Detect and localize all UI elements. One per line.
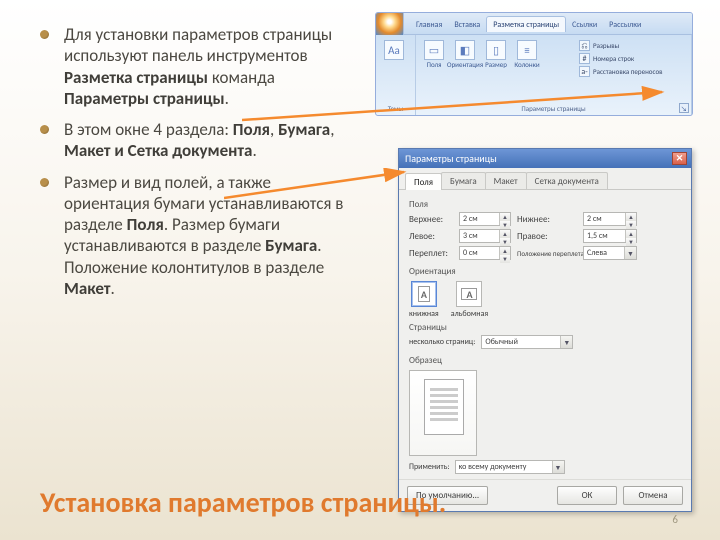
section-pages-label: Страницы xyxy=(409,322,681,333)
group-label-page-setup: Параметры страницы xyxy=(420,103,687,115)
ribbon-group-themes: Aa Темы xyxy=(376,35,416,115)
tab-margins[interactable]: Поля xyxy=(405,173,442,190)
ribbon-tab-insert[interactable]: Вставка xyxy=(448,17,486,32)
columns-icon: ≡ xyxy=(517,40,537,60)
ribbon-tab-page-layout[interactable]: Разметка страницы xyxy=(486,16,566,32)
section-margins-label: Поля xyxy=(409,199,681,210)
gutter-label: Переплет: xyxy=(409,248,453,259)
line-numbers-icon: # xyxy=(579,53,590,64)
portrait-icon: A xyxy=(411,281,437,307)
bottom-margin-spinner[interactable]: 2 см▲▼ xyxy=(583,212,637,226)
preview-page-icon xyxy=(424,379,464,435)
ribbon-tab-references[interactable]: Ссылки xyxy=(566,17,603,32)
section-preview-label: Образец xyxy=(409,355,681,366)
margins-icon: ▭ xyxy=(424,40,444,60)
orientation-button[interactable]: ◧Ориентация xyxy=(451,40,479,77)
gutter-pos-label: Положение переплета: xyxy=(517,249,577,258)
line-numbers-button[interactable]: #Номера строк xyxy=(579,53,687,64)
office-button-icon[interactable] xyxy=(376,13,404,35)
hyphenation-button[interactable]: a-Расстановка переносов xyxy=(579,66,687,77)
tab-grid[interactable]: Сетка документа xyxy=(526,172,608,189)
preview-box xyxy=(409,370,477,456)
bullet-3: Размер и вид полей, а также ориентация б… xyxy=(34,172,344,300)
hyphenation-icon: a- xyxy=(579,66,590,77)
landscape-icon: A xyxy=(456,281,482,307)
close-button[interactable]: ✕ xyxy=(672,152,687,165)
right-margin-label: Правое: xyxy=(517,231,577,242)
ribbon-tab-home[interactable]: Главная xyxy=(410,17,448,32)
dialog-title: Параметры страницы xyxy=(405,152,497,165)
page-setup-launcher-icon[interactable]: ↘ xyxy=(679,103,689,113)
group-label-themes: Темы xyxy=(380,103,411,115)
bottom-margin-label: Нижнее: xyxy=(517,214,577,225)
section-orientation-label: Ориентация xyxy=(409,266,681,277)
top-margin-label: Верхнее: xyxy=(409,214,453,225)
breaks-button[interactable]: ⎌Разрывы xyxy=(579,40,687,51)
cancel-button[interactable]: Отмена xyxy=(623,486,683,505)
ribbon-tab-mailings[interactable]: Рассылки xyxy=(603,17,647,32)
dialog-tabs: Поля Бумага Макет Сетка документа xyxy=(399,168,691,190)
multi-pages-dropdown[interactable]: Обычный▼ xyxy=(481,335,573,349)
bullet-1: Для установки параметров страницы исполь… xyxy=(34,24,344,109)
left-margin-spinner[interactable]: 3 см▲▼ xyxy=(459,229,511,243)
tab-paper[interactable]: Бумага xyxy=(441,172,486,189)
multi-pages-label: несколько страниц: xyxy=(409,337,475,347)
gutter-pos-dropdown[interactable]: Слева▼ xyxy=(583,246,637,260)
themes-icon: Aa xyxy=(384,40,404,60)
themes-button[interactable]: Aa xyxy=(380,40,408,103)
size-icon: ▯ xyxy=(486,40,506,60)
slide-title: Установка параметров страницы. xyxy=(40,485,446,520)
ribbon-group-page-setup: ▭Поля ◧Ориентация ▯Размер ≡Колонки ⎌Разр… xyxy=(416,35,692,115)
orientation-landscape[interactable]: A альбомная xyxy=(451,281,488,319)
right-margin-spinner[interactable]: 1,5 см▲▼ xyxy=(583,229,637,243)
ribbon-tabs: Главная Вставка Разметка страницы Ссылки… xyxy=(404,16,647,32)
bullet-column: Для установки параметров страницы исполь… xyxy=(34,24,344,309)
orientation-icon: ◧ xyxy=(455,40,475,60)
apply-to-label: Применить: xyxy=(409,462,450,472)
word-ribbon: Главная Вставка Разметка страницы Ссылки… xyxy=(375,12,693,116)
size-button[interactable]: ▯Размер xyxy=(482,40,510,77)
tab-layout[interactable]: Макет xyxy=(485,172,527,189)
columns-button[interactable]: ≡Колонки xyxy=(513,40,541,77)
top-margin-spinner[interactable]: 2 см▲▼ xyxy=(459,212,511,226)
page-setup-dialog: Параметры страницы ✕ Поля Бумага Макет С… xyxy=(398,148,692,512)
breaks-icon: ⎌ xyxy=(579,40,590,51)
gutter-spinner[interactable]: 0 см▲▼ xyxy=(459,246,511,260)
margins-button[interactable]: ▭Поля xyxy=(420,40,448,77)
bullet-2: В этом окне 4 раздела: Поля, Бумага, Мак… xyxy=(34,119,344,162)
apply-to-dropdown[interactable]: ко всему документу▼ xyxy=(455,460,565,474)
page-number: 6 xyxy=(672,513,678,526)
left-margin-label: Левое: xyxy=(409,231,453,242)
orientation-portrait[interactable]: A книжная xyxy=(409,281,439,319)
ok-button[interactable]: ОК xyxy=(557,486,617,505)
dialog-titlebar: Параметры страницы ✕ xyxy=(399,149,691,168)
